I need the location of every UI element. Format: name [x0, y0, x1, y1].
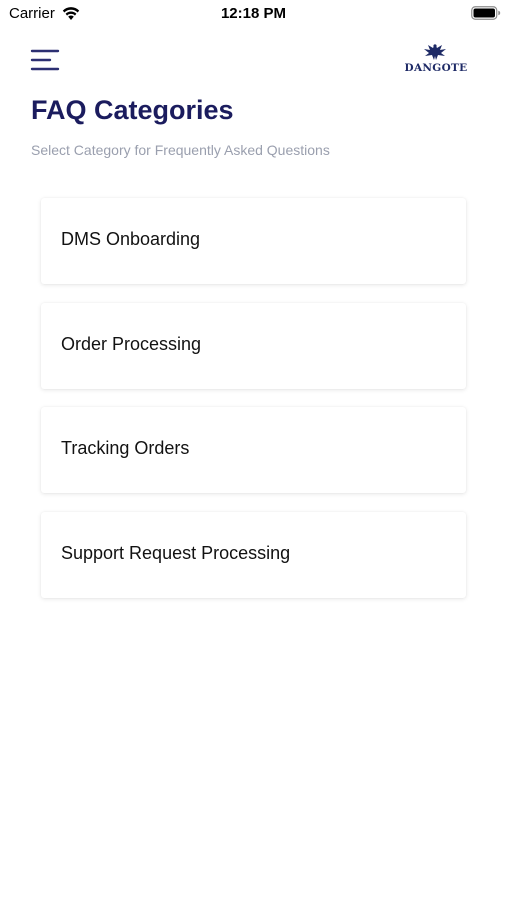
- page-title: FAQ Categories: [31, 95, 234, 125]
- category-label: DMS Onboarding: [61, 229, 201, 249]
- category-card-dms-onboarding[interactable]: DMS Onboarding: [41, 198, 466, 284]
- clock: 12:18 PM: [220, 5, 287, 22]
- category-card-support-request-processing[interactable]: Support Request Processing: [41, 511, 466, 598]
- hamburger-menu-icon: [30, 49, 60, 71]
- dangote-logo: DANGOTE: [400, 42, 472, 78]
- menu-button[interactable]: [28, 46, 64, 74]
- category-list: DMS Onboarding Order Processing Tracking…: [41, 198, 466, 616]
- category-card-order-processing[interactable]: Order Processing: [41, 302, 466, 389]
- logo-text: DANGOTE: [404, 62, 468, 74]
- category-card-tracking-orders[interactable]: Tracking Orders: [41, 407, 466, 493]
- category-label: Support Request Processing: [61, 542, 291, 563]
- category-label: Tracking Orders: [61, 438, 190, 458]
- page-subtitle: Select Category for Frequently Asked Que…: [31, 142, 330, 158]
- battery-icon: [471, 6, 501, 20]
- category-label: Order Processing: [61, 333, 202, 354]
- status-bar: Carrier 12:18 PM: [0, 0, 507, 28]
- eagle-logo-icon: [424, 44, 446, 60]
